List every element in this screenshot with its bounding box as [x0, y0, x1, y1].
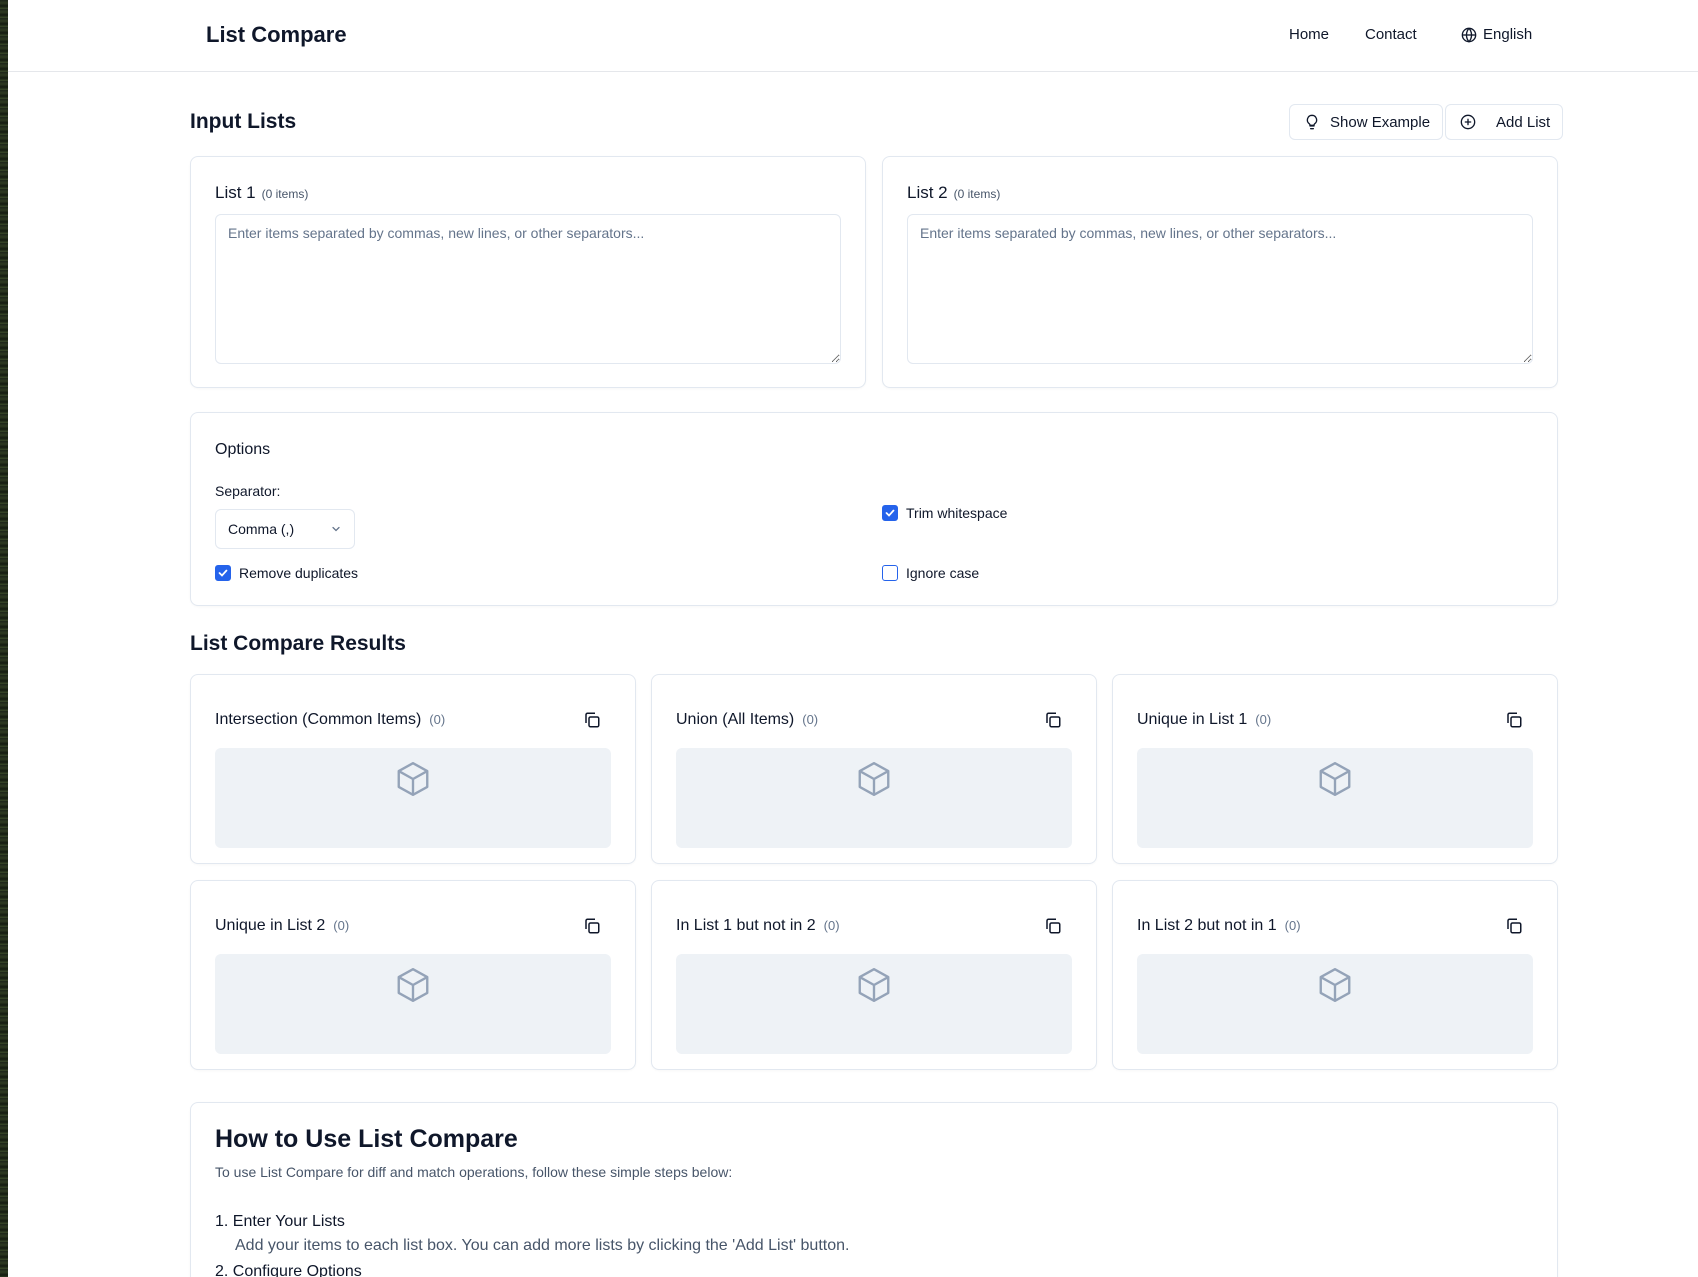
empty-state	[215, 748, 611, 848]
options-title: Options	[215, 441, 271, 458]
result-title: In List 1 but not in 2 (0)	[676, 917, 840, 934]
nav-contact[interactable]: Contact	[1365, 26, 1417, 43]
options-card: Options Separator: Comma (,) Remove dupl…	[190, 412, 1558, 606]
result-count: (0)	[1255, 712, 1272, 727]
list-1-count: (0 items)	[261, 187, 309, 201]
box-icon	[1319, 967, 1351, 1003]
trim-whitespace-option[interactable]: Trim whitespace	[882, 505, 1007, 521]
add-list-label: Add List	[1496, 113, 1551, 131]
trim-whitespace-label: Trim whitespace	[906, 505, 1008, 521]
add-list-button[interactable]: Add List	[1445, 104, 1564, 140]
copy-icon[interactable]	[583, 711, 601, 729]
copy-icon[interactable]	[1505, 711, 1523, 729]
globe-icon	[1461, 27, 1477, 43]
copy-icon[interactable]	[1044, 711, 1062, 729]
result-count: (0)	[1284, 918, 1301, 933]
remove-duplicates-option[interactable]: Remove duplicates	[215, 565, 358, 581]
plus-circle-icon	[1460, 114, 1476, 130]
checkmark-icon	[885, 509, 895, 517]
copy-icon[interactable]	[1505, 917, 1523, 935]
result-card-intersection: Intersection (Common Items) (0)	[190, 674, 636, 864]
language-selector[interactable]: English	[1461, 26, 1532, 43]
ignore-case-checkbox[interactable]	[882, 565, 898, 581]
trim-whitespace-checkbox[interactable]	[882, 505, 898, 521]
result-title: In List 2 but not in 1 (0)	[1137, 917, 1301, 934]
list-2-count: (0 items)	[953, 187, 1001, 201]
how-to-subtitle: To use List Compare for diff and match o…	[215, 1164, 733, 1180]
how-to-card: How to Use List Compare To use List Comp…	[190, 1102, 1558, 1277]
box-icon	[397, 761, 429, 797]
empty-state	[1137, 748, 1533, 848]
list-1-input[interactable]	[215, 214, 841, 364]
separator-label: Separator:	[215, 483, 281, 499]
separator-value: Comma (,)	[228, 521, 295, 537]
show-example-label: Show Example	[1330, 113, 1431, 131]
list-1-label: List 1 (0 items)	[215, 183, 309, 202]
ignore-case-label: Ignore case	[906, 565, 980, 581]
box-icon	[397, 967, 429, 1003]
language-label: English	[1483, 26, 1533, 43]
result-card-in-list-1-not-2: In List 1 but not in 2 (0)	[651, 880, 1097, 1070]
checkmark-icon	[218, 569, 228, 577]
ignore-case-option[interactable]: Ignore case	[882, 565, 979, 581]
step-1-description: Add your items to each list box. You can…	[235, 1237, 850, 1254]
chevron-down-icon	[332, 526, 340, 532]
how-to-title: How to Use List Compare	[215, 1125, 518, 1153]
step-1-title: 1. Enter Your Lists	[215, 1213, 345, 1230]
step-2-title: 2. Configure Options	[215, 1263, 362, 1277]
result-count: (0)	[429, 712, 446, 727]
copy-icon[interactable]	[583, 917, 601, 935]
show-example-button[interactable]: Show Example	[1289, 104, 1444, 140]
lightbulb-icon	[1306, 114, 1318, 130]
results-title: List Compare Results	[190, 632, 406, 655]
result-count: (0)	[333, 918, 350, 933]
top-header: List Compare Home Contact English	[8, 0, 1698, 72]
separator-select[interactable]: Comma (,)	[215, 509, 355, 549]
list-2-input[interactable]	[907, 214, 1533, 364]
result-title: Unique in List 1 (0)	[1137, 711, 1272, 728]
list-2-card: List 2 (0 items)	[882, 156, 1558, 388]
empty-state	[676, 748, 1072, 848]
result-title: Union (All Items) (0)	[676, 711, 819, 728]
empty-state	[676, 954, 1072, 1054]
result-title: Intersection (Common Items) (0)	[215, 711, 446, 728]
box-icon	[858, 761, 890, 797]
empty-state	[215, 954, 611, 1054]
box-icon	[858, 967, 890, 1003]
box-icon	[1319, 761, 1351, 797]
remove-duplicates-checkbox[interactable]	[215, 565, 231, 581]
remove-duplicates-label: Remove duplicates	[239, 565, 359, 581]
result-count: (0)	[802, 712, 819, 727]
site-logo[interactable]: List Compare	[206, 22, 347, 48]
nav-home[interactable]: Home	[1289, 26, 1329, 43]
result-card-union: Union (All Items) (0)	[651, 674, 1097, 864]
result-card-unique-list-1: Unique in List 1 (0)	[1112, 674, 1558, 864]
empty-state	[1137, 954, 1533, 1054]
result-card-unique-list-2: Unique in List 2 (0)	[190, 880, 636, 1070]
result-title: Unique in List 2 (0)	[215, 917, 350, 934]
list-1-card: List 1 (0 items)	[190, 156, 866, 388]
copy-icon[interactable]	[1044, 917, 1062, 935]
list-2-label: List 2 (0 items)	[907, 183, 1001, 202]
result-card-in-list-2-not-1: In List 2 but not in 1 (0)	[1112, 880, 1558, 1070]
result-count: (0)	[823, 918, 840, 933]
background-strip	[0, 0, 8, 1277]
input-lists-title: Input Lists	[190, 110, 297, 133]
